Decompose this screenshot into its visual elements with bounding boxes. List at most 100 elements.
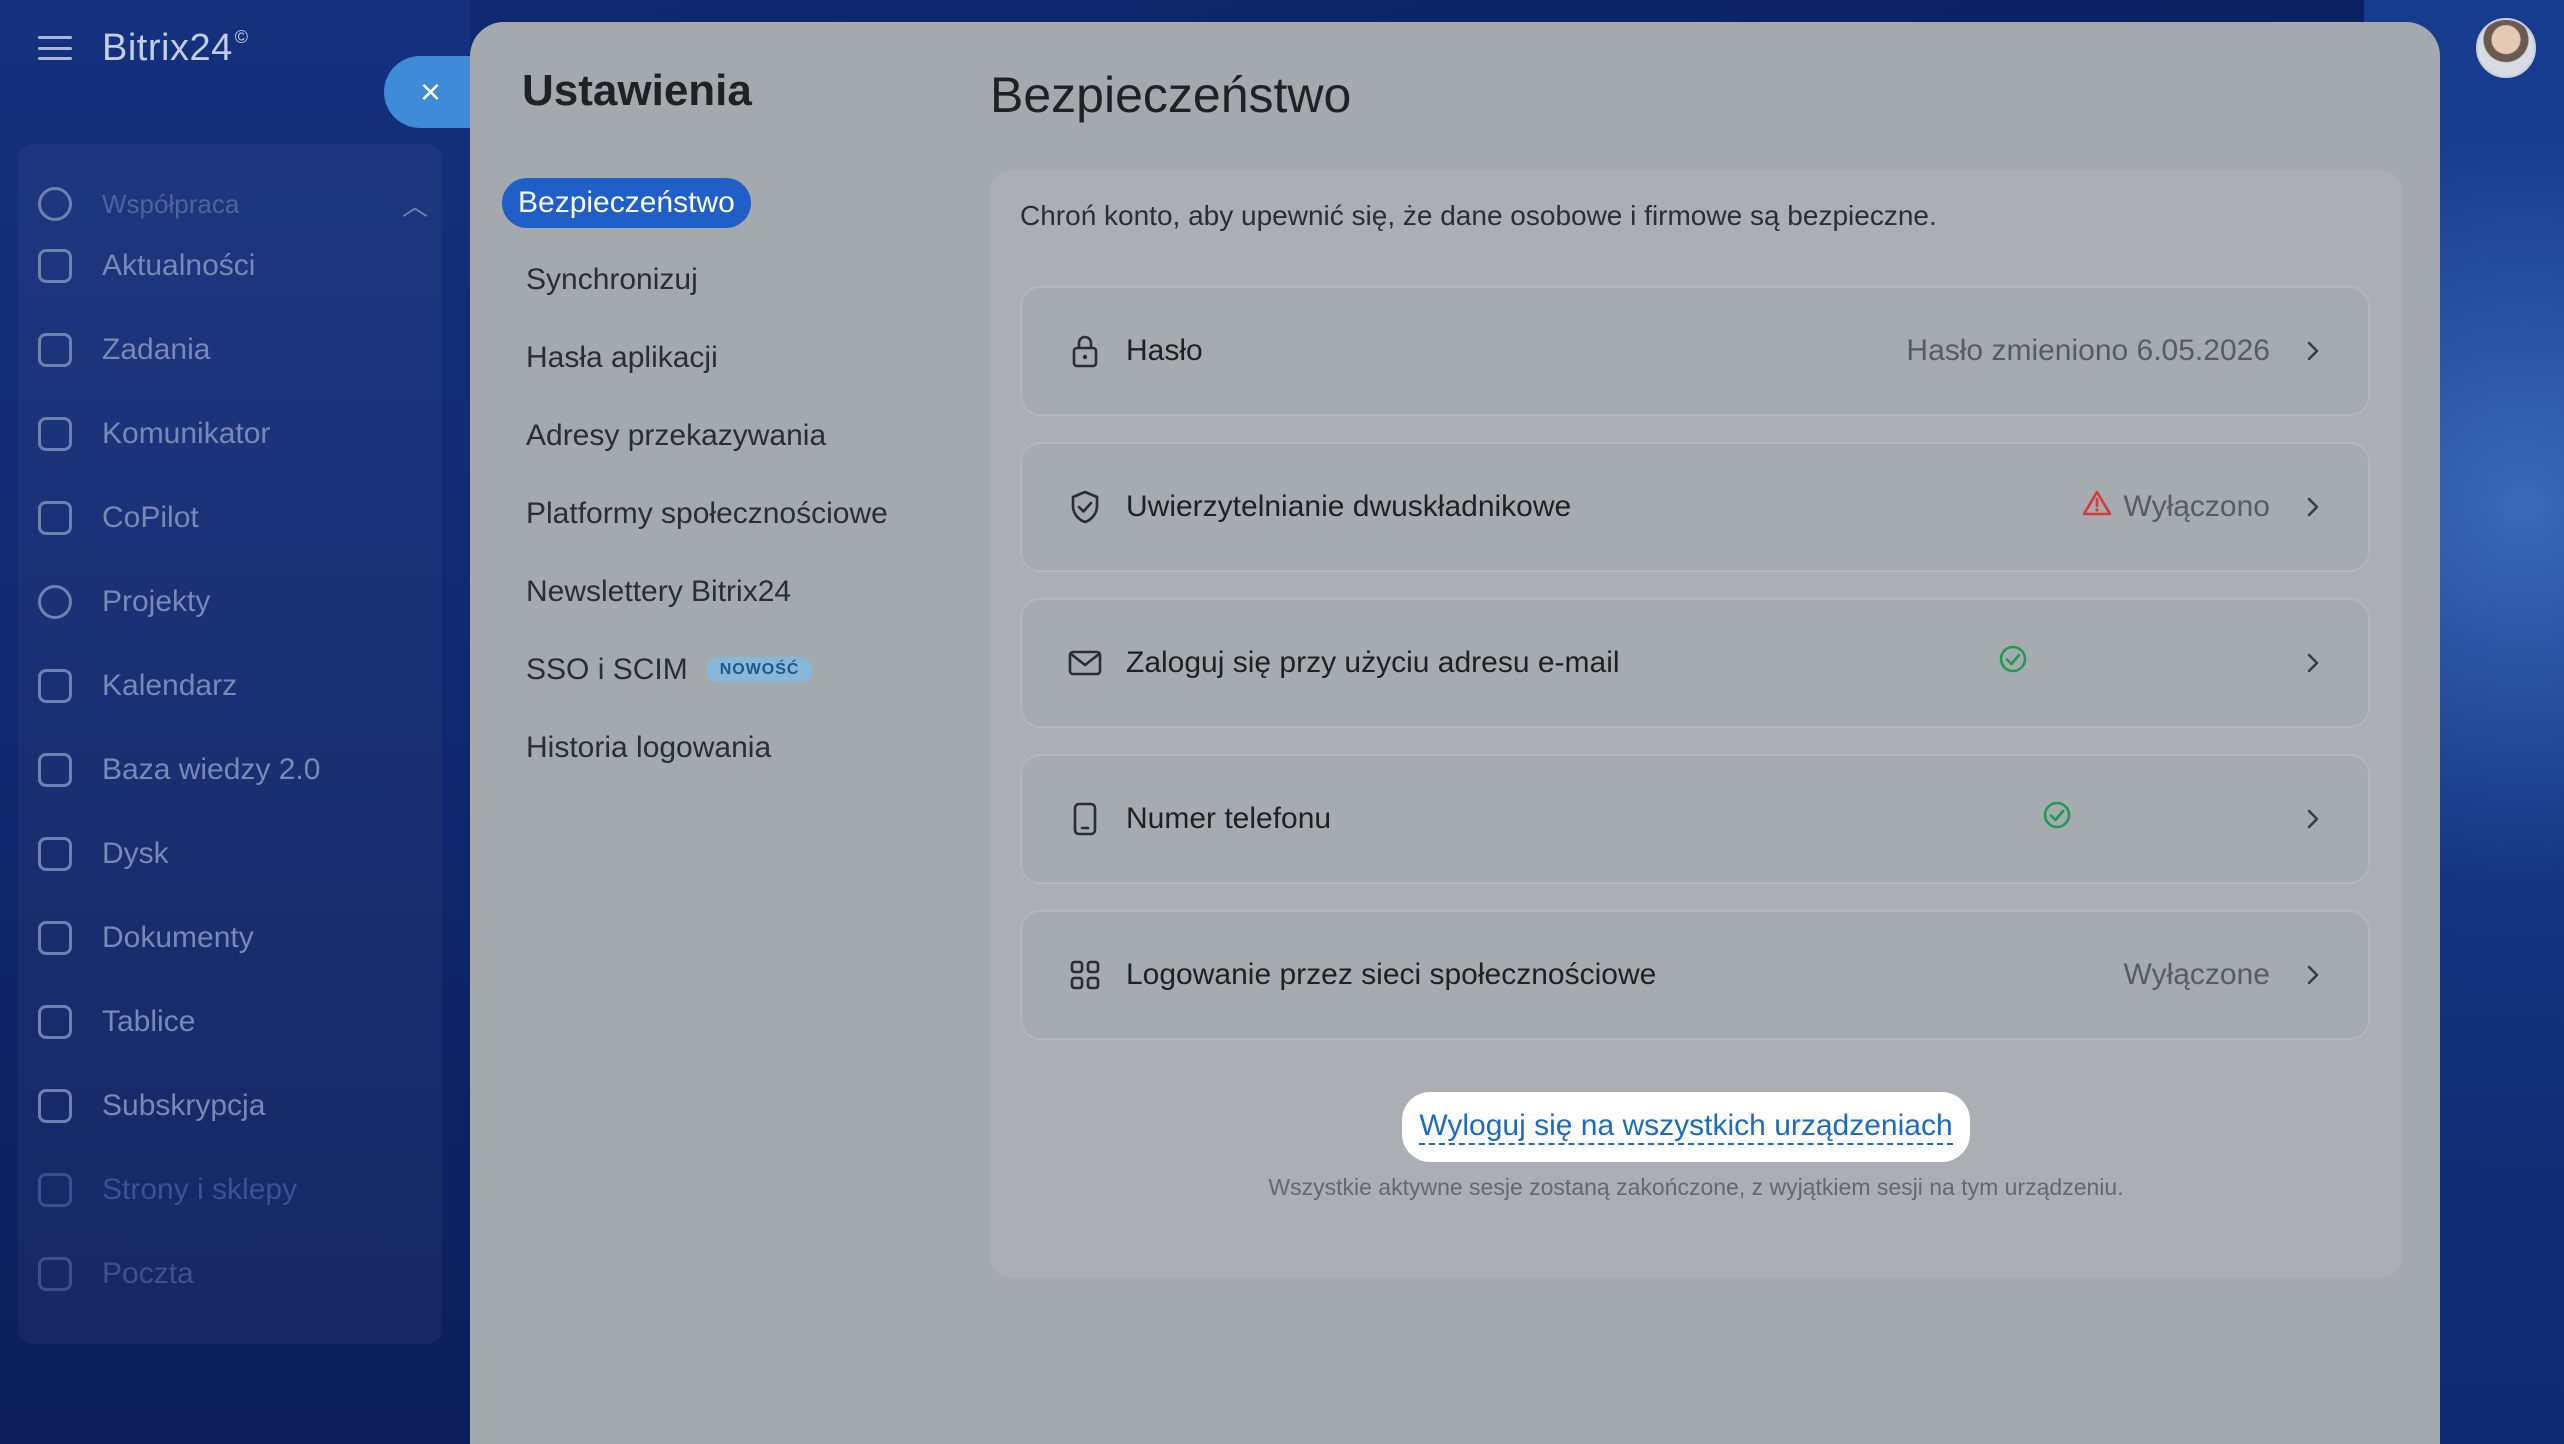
social-login-row[interactable]: Logowanie przez sieci społecznościowe Wy… <box>1020 910 2370 1040</box>
sidebar-item-label: Strony i sklepy <box>102 1173 298 1206</box>
row-status-text: Hasło zmieniono 6.05.2026 <box>1906 334 2270 367</box>
documents-icon <box>38 921 72 955</box>
phone-icon <box>1068 802 1102 836</box>
sidebar-item-dysk[interactable]: Dysk <box>38 824 438 884</box>
menu-item-hasla-aplikacji[interactable]: Hasła aplikacji <box>502 334 972 382</box>
projects-icon <box>38 585 72 619</box>
security-intro: Chroń konto, aby upewnić się, że dane os… <box>1020 200 1937 231</box>
chevron-right-icon <box>2300 496 2320 518</box>
sidebar-item-label: Subskrypcja <box>102 1089 266 1122</box>
mail-icon <box>38 1257 72 1291</box>
page-title: Bezpieczeństwo <box>990 67 1352 123</box>
subscription-icon <box>38 1089 72 1123</box>
new-badge: NOWOŚĆ <box>705 657 814 683</box>
security-card: Chroń konto, aby upewnić się, że dane os… <box>990 170 2402 1278</box>
copilot-icon <box>38 501 72 535</box>
user-avatar[interactable] <box>2476 18 2536 78</box>
sidebar-item-label: Aktualności <box>102 249 256 282</box>
row-status-text: Wyłączono <box>2123 490 2270 523</box>
row-label: Zaloguj się przy użyciu adresu e-mail <box>1126 646 1620 679</box>
sidebar-nav: Współpraca ︿ Aktualności Zadania Komunik… <box>18 144 442 1344</box>
chevron-right-icon <box>2300 340 2320 362</box>
settings-title: Ustawienia <box>522 66 752 115</box>
drive-icon <box>38 837 72 871</box>
row-status: Wyłączone <box>2124 958 2270 992</box>
sidebar-item-projekty[interactable]: Projekty <box>38 572 438 632</box>
lock-icon <box>1068 334 1102 368</box>
sidebar-item-tablice[interactable]: Tablice <box>38 992 438 1052</box>
sidebar-item-aktualnosci[interactable]: Aktualności <box>38 236 438 296</box>
chevron-right-icon <box>2300 652 2320 674</box>
menu-item-adresy-przekazywania[interactable]: Adresy przekazywania <box>502 412 972 460</box>
sidebar-item-label: Poczta <box>102 1257 194 1290</box>
settings-menu: Bezpieczeństwo Synchronizuj Hasła aplika… <box>502 178 972 802</box>
row-label: Numer telefonu <box>1126 802 1332 835</box>
row-label: Logowanie przez sieci społecznościowe <box>1126 958 1657 991</box>
row-status <box>2042 800 2084 838</box>
sidebar-item-subskrypcja[interactable]: Subskrypcja <box>38 1076 438 1136</box>
sidebar-item-copilot[interactable]: CoPilot <box>38 488 438 548</box>
row-status <box>1998 644 2040 682</box>
sidebar-item-label: Kalendarz <box>102 669 238 702</box>
menu-item-bezpieczenstwo[interactable]: Bezpieczeństwo <box>502 178 751 228</box>
menu-item-historia-logowania[interactable]: Historia logowania <box>502 724 972 772</box>
chevron-up-icon: ︿ <box>401 190 428 221</box>
menu-item-synchronizuj[interactable]: Synchronizuj <box>502 256 972 304</box>
row-status-text: Wyłączone <box>2123 958 2270 991</box>
sidebar-item-label: Zadania <box>102 333 211 366</box>
logout-note: Wszystkie aktywne sesje zostaną zakończo… <box>1268 1174 2124 1200</box>
sidebar-item-label: Tablice <box>102 1005 196 1038</box>
tasks-icon <box>38 333 72 367</box>
sidebar-item-baza-wiedzy[interactable]: Baza wiedzy 2.0 <box>38 740 438 800</box>
menu-item-platformy-spolecznosciowe[interactable]: Platformy społecznościowe <box>502 490 972 538</box>
sidebar-item-strony-i-sklepy[interactable]: Strony i sklepy <box>38 1160 438 1220</box>
sidebar-item-poczta[interactable]: Poczta <box>38 1244 438 1304</box>
close-icon: × <box>420 71 442 112</box>
chevron-right-icon <box>2300 964 2320 986</box>
news-icon <box>38 249 72 283</box>
mail-icon <box>1068 650 1102 676</box>
boards-icon <box>38 1005 72 1039</box>
row-status: Wyłączono <box>2082 490 2270 524</box>
sidebar-item-label: CoPilot <box>102 501 199 534</box>
password-row[interactable]: Hasło Hasło zmieniono 6.05.2026 <box>1020 286 2370 416</box>
sidebar-item-label: Baza wiedzy 2.0 <box>102 753 321 786</box>
chevron-right-icon <box>2300 808 2320 830</box>
row-status: Hasło zmieniono 6.05.2026 <box>1906 334 2270 368</box>
sidebar-item-label: Projekty <box>102 585 211 618</box>
logout-all-devices-button[interactable]: Wyloguj się na wszystkich urządzeniach <box>1402 1092 1970 1162</box>
sidebar-item-label: Dysk <box>102 837 169 870</box>
collab-icon <box>38 187 72 221</box>
app-sidebar: Bitrix24 © Współpraca ︿ Aktualności Zadan… <box>0 0 470 1444</box>
menu-item-newslettery[interactable]: Newslettery Bitrix24 <box>502 568 972 616</box>
app-logo[interactable]: Bitrix24 © <box>102 27 248 70</box>
warning-icon <box>2082 490 2112 524</box>
sidebar-item-dokumenty[interactable]: Dokumenty <box>38 908 438 968</box>
phone-row[interactable]: Numer telefonu <box>1020 754 2370 884</box>
calendar-icon <box>38 669 72 703</box>
knowledge-base-icon <box>38 753 72 787</box>
grid-icon <box>1068 960 1102 990</box>
sidebar-item-kalendarz[interactable]: Kalendarz <box>38 656 438 716</box>
sidebar-group-header[interactable]: Współpraca ︿ <box>38 174 438 234</box>
settings-panel: Ustawienia Bezpieczeństwo Synchronizuj H… <box>470 22 2440 1444</box>
check-icon <box>2042 800 2072 838</box>
two-factor-row[interactable]: Uwierzytelnianie dwuskładnikowe Wyłączon… <box>1020 442 2370 572</box>
chat-icon <box>38 417 72 451</box>
check-icon <box>1998 644 2028 682</box>
shield-icon <box>1068 490 1102 524</box>
sidebar-item-label: Dokumenty <box>102 921 254 954</box>
menu-item-sso-scim[interactable]: SSO i SCIM NOWOŚĆ <box>502 646 972 694</box>
menu-icon[interactable] <box>38 36 72 60</box>
sidebar-item-label: Komunikator <box>102 417 271 450</box>
row-label: Hasło <box>1126 334 1203 367</box>
email-login-row[interactable]: Zaloguj się przy użyciu adresu e-mail <box>1020 598 2370 728</box>
sidebar-item-zadania[interactable]: Zadania <box>38 320 438 380</box>
row-label: Uwierzytelnianie dwuskładnikowe <box>1126 490 1572 523</box>
menu-item-label: SSO i SCIM <box>526 653 688 686</box>
logo-text: Bitrix24 <box>102 26 233 69</box>
cart-icon <box>38 1173 72 1207</box>
sidebar-item-komunikator[interactable]: Komunikator <box>38 404 438 464</box>
logo-mark: © <box>234 26 249 47</box>
logout-all-devices-link[interactable]: Wyloguj się na wszystkich urządzeniach <box>1419 1109 1953 1145</box>
